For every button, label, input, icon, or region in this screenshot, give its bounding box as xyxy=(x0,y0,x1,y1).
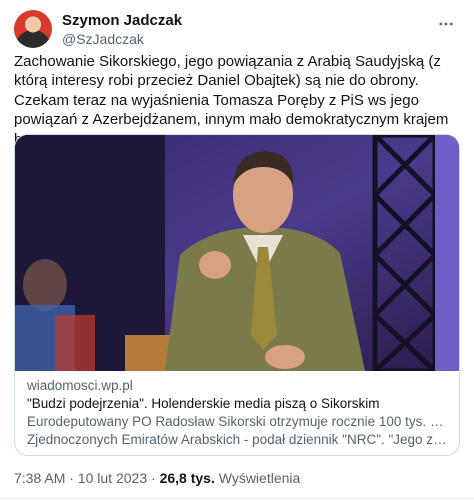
tweet-footer: 7:38 AM · 10 lut 2023 · 26,8 tys. Wyświe… xyxy=(14,469,300,487)
tweet-header: Szymon Jadczak @SzJadczak xyxy=(14,10,460,48)
card-photo xyxy=(15,135,459,371)
author-info[interactable]: Szymon Jadczak @SzJadczak xyxy=(62,11,182,48)
card-description-line-1: Eurodeputowany PO Radosław Sikorski otrz… xyxy=(27,414,449,429)
separator: · xyxy=(65,470,78,486)
card-image[interactable] xyxy=(15,135,459,371)
author-name[interactable]: Szymon Jadczak xyxy=(62,11,182,30)
card-title[interactable]: "Budzi podejrzenia". Holenderskie media … xyxy=(27,395,449,413)
author-handle[interactable]: @SzJadczak xyxy=(62,30,182,48)
more-horizontal-icon xyxy=(439,22,453,26)
card-domain[interactable]: wiadomosci.wp.pl xyxy=(27,377,449,395)
more-options-button[interactable] xyxy=(436,14,456,34)
card-meta[interactable]: wiadomosci.wp.pl "Budzi podejrzenia". Ho… xyxy=(15,371,459,449)
divider xyxy=(0,498,474,499)
views-label: Wyświetlenia xyxy=(214,470,301,486)
link-card[interactable]: wiadomosci.wp.pl "Budzi podejrzenia". Ho… xyxy=(14,134,460,456)
tweet-time[interactable]: 7:38 AM xyxy=(14,470,65,486)
card-description: Eurodeputowany PO Radosław Sikorski otrz… xyxy=(27,413,449,449)
avatar[interactable] xyxy=(14,10,52,48)
card-description-line-2: Zjednoczonych Emiratów Arabskich - podał… xyxy=(27,432,449,447)
separator: · xyxy=(147,470,160,486)
tweet[interactable]: Szymon Jadczak @SzJadczak Zachowanie Sik… xyxy=(0,0,474,500)
tweet-date[interactable]: 10 lut 2023 xyxy=(78,470,147,486)
views-count: 26,8 tys. xyxy=(159,470,215,486)
